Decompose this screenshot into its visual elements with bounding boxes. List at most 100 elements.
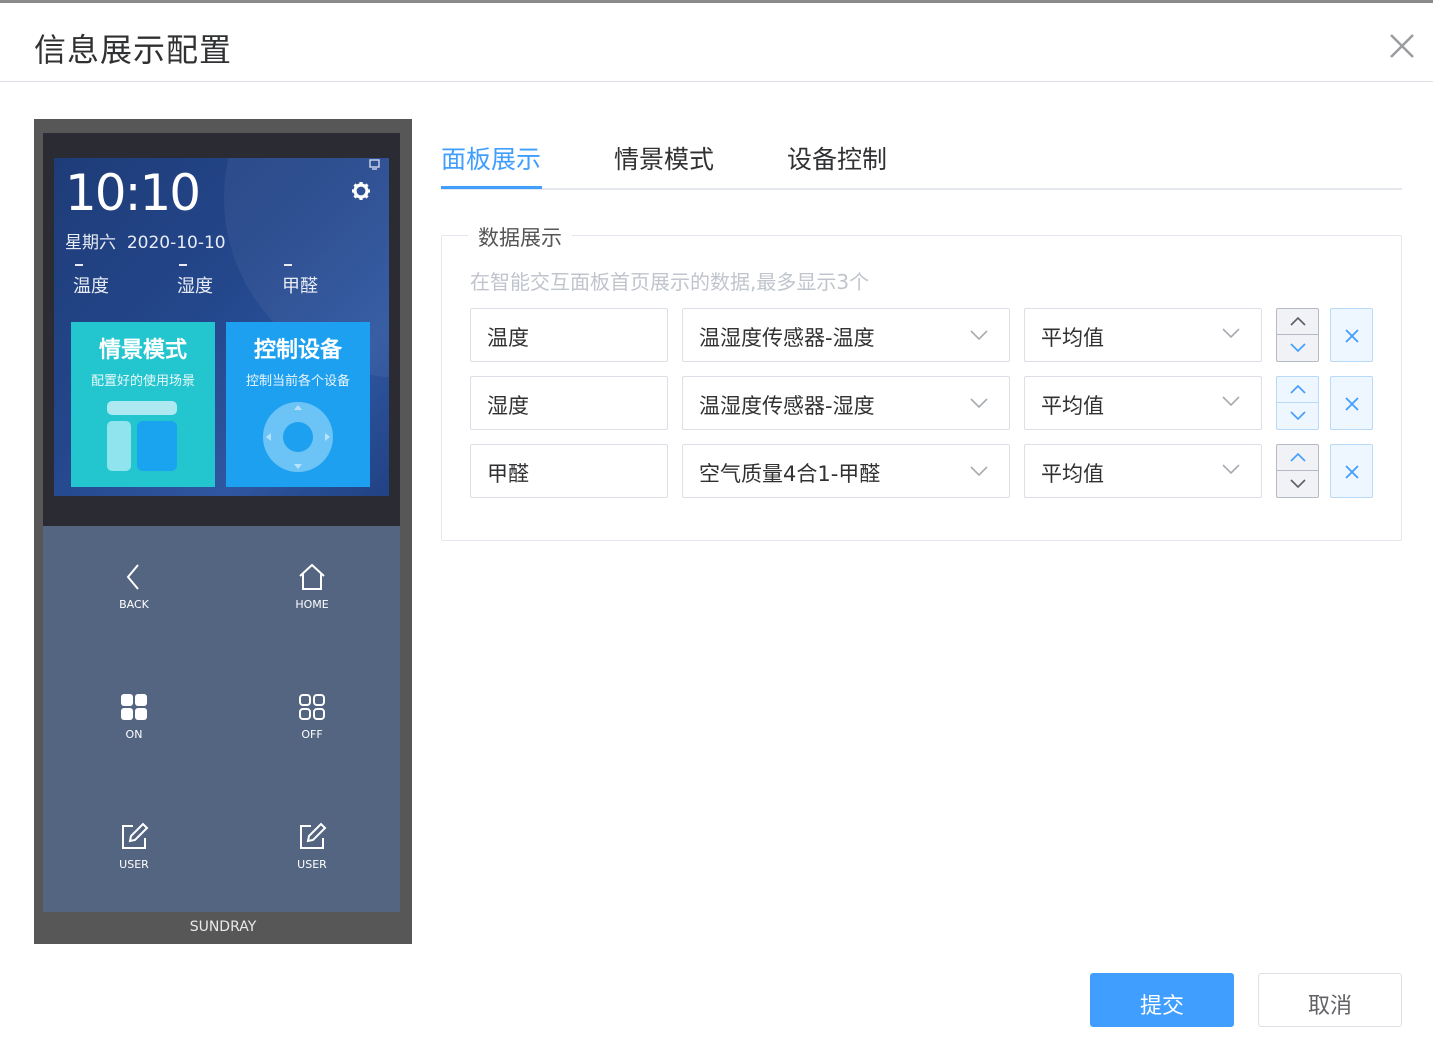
chevron-down-icon bbox=[1290, 411, 1306, 421]
chevron-down-icon bbox=[1222, 328, 1240, 339]
tile-control-device: 控制设备 控制当前各个设备 bbox=[226, 322, 370, 487]
back-chevron-icon bbox=[126, 564, 139, 590]
data-row: 温度 温湿度传感器-温度 平均值 bbox=[470, 308, 1374, 362]
metric-label: 甲醛 bbox=[282, 276, 318, 297]
clock-date: 星期六 2020-10-10 bbox=[65, 228, 226, 253]
key-back[interactable]: BACK bbox=[84, 562, 184, 611]
move-up-button[interactable] bbox=[1277, 445, 1318, 471]
close-icon bbox=[1345, 397, 1359, 411]
chevron-up-icon bbox=[1290, 316, 1306, 326]
move-down-button[interactable] bbox=[1277, 471, 1318, 497]
close-icon bbox=[1345, 465, 1359, 479]
source-select-value: 温湿度传感器-温度 bbox=[699, 326, 875, 350]
metric-formaldehyde: 甲醛 bbox=[282, 264, 362, 298]
metric-temperature: 温度 bbox=[73, 264, 153, 298]
move-down-button[interactable] bbox=[1277, 335, 1318, 361]
clock-time: 10:10 bbox=[65, 164, 201, 222]
tile-subtitle: 控制当前各个设备 bbox=[245, 374, 350, 389]
reorder-stepper bbox=[1276, 308, 1319, 362]
reorder-stepper bbox=[1276, 444, 1319, 498]
display-name-input[interactable]: 甲醛 bbox=[470, 444, 668, 498]
data-display-section: 数据展示 在智能交互面板首页展示的数据,最多显示3个 温度 温湿度传感器-温度 … bbox=[441, 222, 1402, 541]
chevron-down-icon bbox=[970, 398, 988, 409]
aggregate-select[interactable]: 平均值 bbox=[1024, 444, 1262, 498]
source-select[interactable]: 温湿度传感器-湿度 bbox=[682, 376, 1010, 430]
config-tabs: 面板展示 情景模式 设备控制 bbox=[441, 136, 1402, 190]
tile-title: 控制设备 bbox=[253, 338, 342, 363]
date: 2020-10-10 bbox=[126, 233, 226, 253]
close-icon bbox=[1345, 329, 1359, 343]
tab-device-control[interactable]: 设备控制 bbox=[787, 140, 887, 176]
dialog-title: 信息展示配置 bbox=[34, 31, 233, 69]
key-label: USER bbox=[119, 858, 149, 871]
metric-label: 湿度 bbox=[177, 276, 213, 297]
aggregate-select-value: 平均值 bbox=[1041, 394, 1104, 418]
key-label: BACK bbox=[119, 598, 149, 611]
dialog-header: 信息展示配置 bbox=[0, 3, 1433, 82]
aggregate-select[interactable]: 平均值 bbox=[1024, 376, 1262, 430]
tile-scene-mode: 情景模式 配置好的使用场景 bbox=[71, 322, 215, 487]
source-select-value: 温湿度传感器-湿度 bbox=[699, 394, 875, 418]
close-icon[interactable] bbox=[1386, 30, 1418, 62]
tile-title: 情景模式 bbox=[98, 338, 187, 363]
aggregate-select-value: 平均值 bbox=[1041, 462, 1104, 486]
device-screen: 10:10 星期六 2020-10-10 温度 湿度 甲醛 情景模式 配置好的使… bbox=[54, 158, 389, 496]
move-down-button[interactable] bbox=[1277, 403, 1318, 429]
tab-active-indicator bbox=[441, 186, 542, 189]
chevron-down-icon bbox=[1290, 343, 1306, 353]
delete-row-button[interactable] bbox=[1330, 376, 1373, 430]
section-hint: 在智能交互面板首页展示的数据,最多显示3个 bbox=[470, 270, 870, 294]
delete-row-button[interactable] bbox=[1330, 444, 1373, 498]
weekday: 星期六 bbox=[65, 233, 116, 253]
chevron-down-icon bbox=[970, 330, 988, 341]
chevron-down-icon bbox=[1290, 479, 1306, 489]
gear-icon bbox=[352, 182, 370, 200]
reorder-stepper bbox=[1276, 376, 1319, 430]
key-label: HOME bbox=[295, 598, 329, 611]
scene-layout-icon bbox=[107, 401, 177, 471]
device-preview: 10:10 星期六 2020-10-10 温度 湿度 甲醛 情景模式 配置好的使… bbox=[34, 119, 412, 944]
source-select[interactable]: 温湿度传感器-温度 bbox=[682, 308, 1010, 362]
cancel-button[interactable]: 取消 bbox=[1258, 973, 1402, 1027]
chevron-up-icon bbox=[1290, 452, 1306, 462]
key-off[interactable]: OFF bbox=[262, 692, 362, 741]
data-row: 甲醛 空气质量4合1-甲醛 平均值 bbox=[470, 444, 1374, 498]
move-up-button[interactable] bbox=[1277, 309, 1318, 335]
key-user-1[interactable]: USER bbox=[84, 822, 184, 871]
key-user-2[interactable]: USER bbox=[262, 822, 362, 871]
tab-panel-display[interactable]: 面板展示 bbox=[441, 140, 541, 176]
key-home[interactable]: HOME bbox=[262, 562, 362, 611]
submit-button[interactable]: 提交 bbox=[1090, 973, 1234, 1027]
source-select[interactable]: 空气质量4合1-甲醛 bbox=[682, 444, 1010, 498]
device-brand: SUNDRAY bbox=[189, 919, 257, 935]
edit-icon bbox=[122, 822, 149, 849]
aggregate-select-value: 平均值 bbox=[1041, 326, 1104, 350]
chevron-down-icon bbox=[970, 466, 988, 477]
metric-humidity: 湿度 bbox=[177, 264, 257, 298]
key-label: ON bbox=[125, 728, 143, 741]
screen-badge-icon bbox=[369, 159, 380, 170]
chevron-down-icon bbox=[1222, 464, 1240, 475]
key-label: USER bbox=[297, 858, 327, 871]
dpad-icon bbox=[263, 402, 333, 472]
chevron-down-icon bbox=[1222, 396, 1240, 407]
display-name-input[interactable]: 湿度 bbox=[470, 376, 668, 430]
device-screen-frame: 10:10 星期六 2020-10-10 温度 湿度 甲醛 情景模式 配置好的使… bbox=[43, 133, 400, 526]
data-row: 湿度 温湿度传感器-湿度 平均值 bbox=[470, 376, 1374, 430]
delete-row-button[interactable] bbox=[1330, 308, 1373, 362]
tab-scene-mode[interactable]: 情景模式 bbox=[614, 140, 714, 176]
move-up-button[interactable] bbox=[1277, 377, 1318, 403]
metric-label: 温度 bbox=[73, 276, 109, 297]
aggregate-select[interactable]: 平均值 bbox=[1024, 308, 1262, 362]
source-select-value: 空气质量4合1-甲醛 bbox=[699, 462, 881, 486]
grid-outline-icon bbox=[299, 694, 325, 720]
key-label: OFF bbox=[301, 728, 323, 741]
tile-subtitle: 配置好的使用场景 bbox=[90, 374, 195, 389]
grid-filled-icon bbox=[121, 694, 147, 720]
display-name-input[interactable]: 温度 bbox=[470, 308, 668, 362]
section-legend: 数据展示 bbox=[468, 222, 572, 252]
chevron-up-icon bbox=[1290, 384, 1306, 394]
edit-icon bbox=[300, 822, 327, 849]
home-icon bbox=[299, 563, 325, 590]
key-on[interactable]: ON bbox=[84, 692, 184, 741]
